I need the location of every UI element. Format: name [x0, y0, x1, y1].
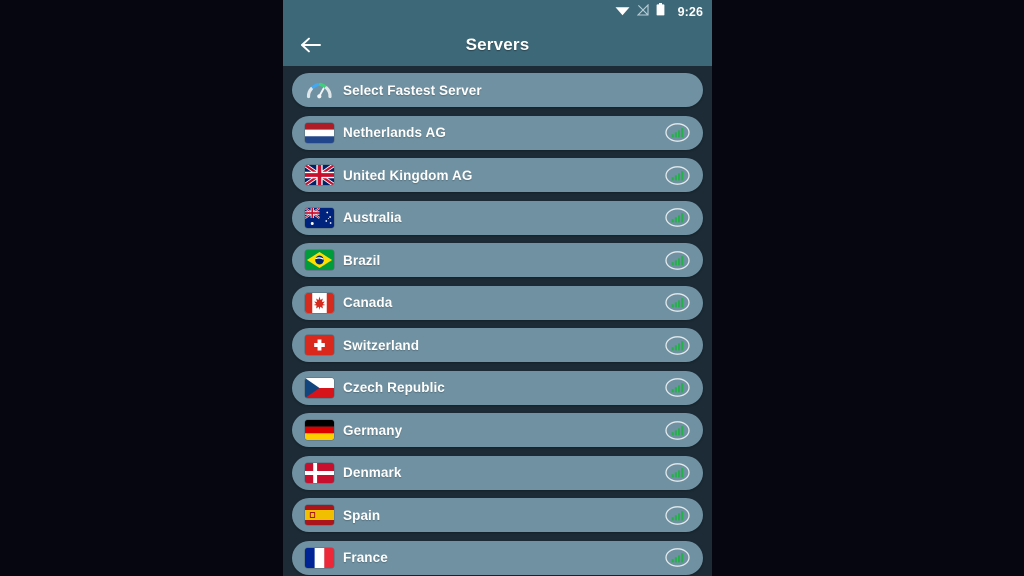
status-bar-clock: 9:26: [677, 4, 703, 19]
flag-canada-icon: [305, 292, 334, 313]
list-item[interactable]: Denmark: [292, 455, 703, 490]
list-item-label: Germany: [343, 422, 403, 438]
signal-strength-icon[interactable]: [664, 250, 691, 271]
list-item-label: Switzerland: [343, 337, 420, 353]
signal-strength-icon[interactable]: [664, 547, 691, 568]
flag-netherlands-icon: [305, 122, 334, 143]
flag-brazil-icon: [305, 250, 334, 271]
list-item-select-fastest-server[interactable]: Select Fastest Server: [292, 73, 703, 107]
list-item[interactable]: Germany: [292, 413, 703, 447]
flag-united-kingdom-icon: [305, 165, 334, 186]
page-title: Servers: [465, 34, 530, 54]
list-item-label: Denmark: [343, 465, 402, 480]
list-item-label: France: [343, 550, 388, 565]
signal-strength-icon[interactable]: [664, 505, 691, 526]
flag-denmark-icon: [305, 462, 334, 483]
list-item-label: United Kingdom AG: [343, 167, 473, 183]
list-item-label: Czech Republic: [343, 380, 445, 395]
list-item[interactable]: United Kingdom AG: [292, 158, 703, 192]
list-item-label: Canada: [343, 295, 393, 310]
wifi-icon: [615, 3, 630, 21]
signal-strength-icon[interactable]: [664, 122, 691, 143]
list-item[interactable]: Switzerland: [292, 328, 703, 362]
no-signal-icon: [636, 3, 649, 21]
list-item-label: Netherlands AG: [343, 125, 446, 140]
flag-switzerland-icon: [305, 335, 334, 356]
signal-strength-icon[interactable]: [664, 462, 691, 483]
signal-strength-icon[interactable]: [664, 377, 691, 398]
signal-strength-icon[interactable]: [664, 335, 691, 356]
signal-strength-icon[interactable]: [664, 207, 691, 228]
app-bar: Servers: [283, 23, 712, 66]
status-bar-icons: 9:26: [615, 2, 703, 21]
list-item-label: Australia: [343, 210, 402, 225]
flag-australia-icon: [305, 207, 334, 228]
phone-screen: 9:26 Servers Select Fastest Server Nether…: [283, 0, 712, 576]
server-list[interactable]: Select Fastest Server Netherlands AG Unit…: [283, 66, 712, 575]
list-item[interactable]: France: [292, 540, 703, 575]
list-item-label: Select Fastest Server: [343, 82, 482, 98]
flag-czech-republic-icon: [305, 377, 334, 398]
list-item[interactable]: Czech Republic: [292, 370, 703, 405]
list-item[interactable]: Australia: [292, 200, 703, 235]
back-arrow-icon[interactable]: [297, 31, 325, 59]
screenshot-canvas: 9:26 Servers Select Fastest Server Nether…: [0, 0, 1024, 576]
list-item[interactable]: Brazil: [292, 243, 703, 277]
speedometer-icon-icon: [305, 80, 334, 101]
list-item[interactable]: Spain: [292, 498, 703, 532]
flag-germany-icon: [305, 420, 334, 441]
list-item-label: Spain: [343, 507, 381, 523]
signal-strength-icon[interactable]: [664, 165, 691, 186]
list-item[interactable]: Netherlands AG: [292, 115, 703, 150]
battery-icon: [656, 2, 665, 21]
signal-strength-icon[interactable]: [664, 292, 691, 313]
list-item-label: Brazil: [343, 252, 381, 268]
flag-spain-icon: [305, 505, 334, 526]
status-bar: 9:26: [283, 0, 712, 23]
list-item[interactable]: Canada: [292, 285, 703, 320]
flag-france-icon: [305, 547, 334, 568]
signal-strength-icon[interactable]: [664, 420, 691, 441]
